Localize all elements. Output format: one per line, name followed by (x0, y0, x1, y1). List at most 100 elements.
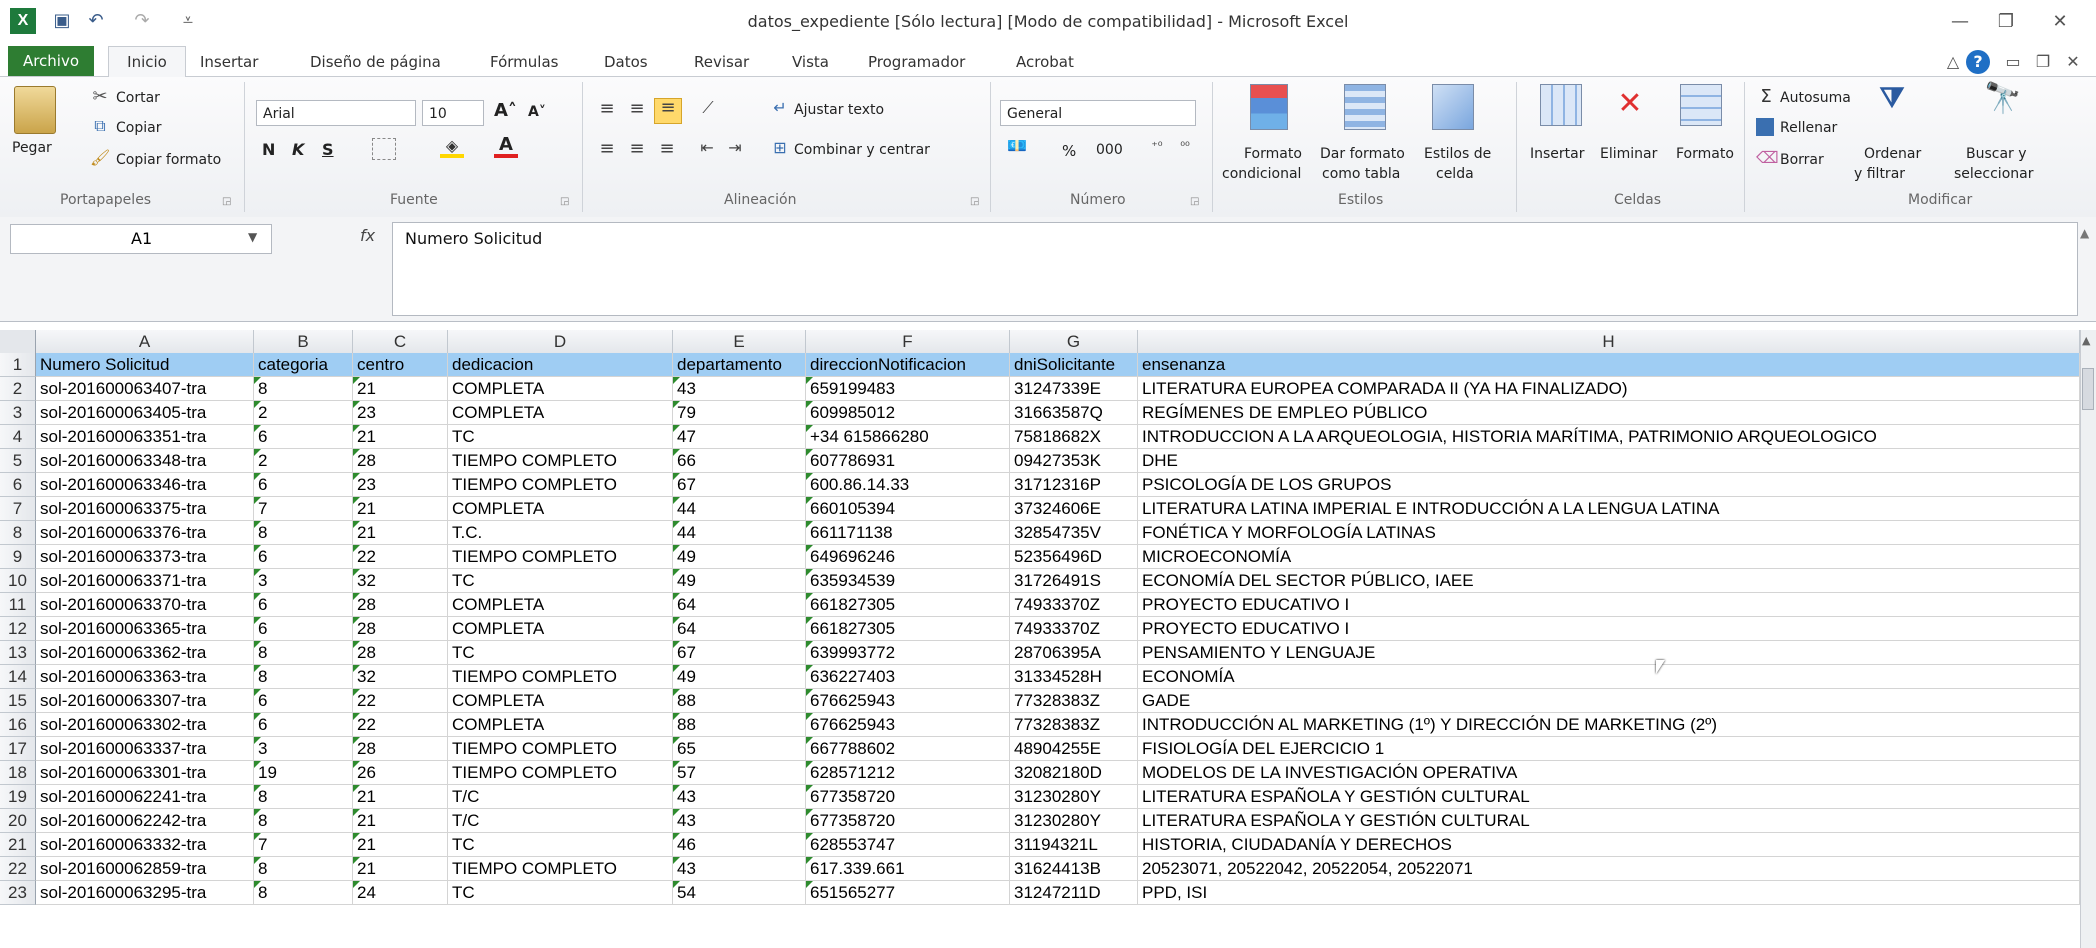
table-cell[interactable]: 54 (673, 881, 806, 905)
close-button[interactable]: ✕ (2040, 8, 2080, 36)
table-cell[interactable]: sol-201600062859-tra (36, 857, 254, 881)
header-cell[interactable]: departamento (673, 353, 806, 377)
table-cell[interactable]: 31194321L (1010, 833, 1138, 857)
row-header[interactable]: 19 (0, 785, 36, 809)
table-cell[interactable]: COMPLETA (448, 377, 673, 401)
table-cell[interactable]: 28 (353, 641, 448, 665)
table-cell[interactable]: 44 (673, 497, 806, 521)
vertical-scrollbar[interactable] (2080, 330, 2096, 948)
table-cell[interactable]: 6 (254, 689, 353, 713)
table-cell[interactable]: TC (448, 425, 673, 449)
tab-vista[interactable]: Vista (792, 50, 829, 74)
table-cell[interactable]: COMPLETA (448, 497, 673, 521)
table-cell[interactable]: FONÉTICA Y MORFOLOGÍA LATINAS (1138, 521, 2080, 545)
table-cell[interactable]: 37324606E (1010, 497, 1138, 521)
column-header-e[interactable]: E (673, 330, 806, 353)
table-cell[interactable]: sol-201600063375-tra (36, 497, 254, 521)
table-cell[interactable]: 6 (254, 425, 353, 449)
increase-indent-icon[interactable]: ⇥ (724, 140, 746, 156)
table-cell[interactable]: 23 (353, 473, 448, 497)
workbook-restore-icon[interactable]: ❐ (2030, 50, 2056, 74)
clipboard-launcher-icon[interactable]: ◲ (222, 196, 234, 208)
table-cell[interactable]: TC (448, 881, 673, 905)
table-cell[interactable]: PPD, ISI (1138, 881, 2080, 905)
tab-acrobat[interactable]: Acrobat (1016, 50, 1074, 74)
row-header[interactable]: 7 (0, 497, 36, 521)
name-box[interactable]: A1 (10, 224, 272, 254)
table-cell[interactable]: LITERATURA EUROPEA COMPARADA II (YA HA F… (1138, 377, 2080, 401)
table-cell[interactable]: sol-201600063302-tra (36, 713, 254, 737)
insert-cells-button[interactable]: Insertar (1530, 146, 1585, 162)
row-header[interactable]: 17 (0, 737, 36, 761)
table-cell[interactable]: 31712316P (1010, 473, 1138, 497)
merge-center-icon[interactable]: ⊞ (770, 140, 790, 156)
cut-button[interactable]: Cortar (116, 90, 160, 106)
delete-cells-button[interactable]: Eliminar (1600, 146, 1657, 162)
table-cell[interactable]: sol-201600063346-tra (36, 473, 254, 497)
table-cell[interactable]: 677358720 (806, 785, 1010, 809)
table-cell[interactable]: 26 (353, 761, 448, 785)
table-cell[interactable]: COMPLETA (448, 713, 673, 737)
table-cell[interactable]: 31247211D (1010, 881, 1138, 905)
format-painter-button[interactable]: Copiar formato (116, 152, 221, 168)
table-cell[interactable]: 28706395A (1010, 641, 1138, 665)
row-header[interactable]: 16 (0, 713, 36, 737)
table-cell[interactable]: COMPLETA (448, 401, 673, 425)
table-cell[interactable]: 661171138 (806, 521, 1010, 545)
table-cell[interactable]: 31247339E (1010, 377, 1138, 401)
table-cell[interactable]: 31624413B (1010, 857, 1138, 881)
table-cell[interactable]: 2 (254, 449, 353, 473)
row-header[interactable]: 8 (0, 521, 36, 545)
table-cell[interactable]: 609985012 (806, 401, 1010, 425)
cell-styles-label-2[interactable]: celda (1436, 166, 1474, 182)
table-cell[interactable]: sol-201600063405-tra (36, 401, 254, 425)
header-cell[interactable]: ensenanza (1138, 353, 2080, 377)
table-cell[interactable]: TIEMPO COMPLETO (448, 473, 673, 497)
table-cell[interactable]: 661827305 (806, 593, 1010, 617)
header-cell[interactable]: dniSolicitante (1010, 353, 1138, 377)
table-cell[interactable]: sol-201600063407-tra (36, 377, 254, 401)
table-cell[interactable]: 8 (254, 809, 353, 833)
table-cell[interactable]: INTRODUCCION A LA ARQUEOLOGIA, HISTORIA … (1138, 425, 2080, 449)
header-cell[interactable]: Numero Solicitud (36, 353, 254, 377)
table-cell[interactable]: 649696246 (806, 545, 1010, 569)
shrink-font-icon[interactable]: A˅ (528, 104, 546, 120)
table-cell[interactable]: 66 (673, 449, 806, 473)
table-cell[interactable]: 636227403 (806, 665, 1010, 689)
font-launcher-icon[interactable]: ◲ (560, 196, 572, 208)
align-left-icon[interactable]: ≡ (596, 140, 618, 158)
table-cell[interactable]: 676625943 (806, 713, 1010, 737)
merge-center-button[interactable]: Combinar y centrar (794, 142, 930, 158)
format-as-table-label-2[interactable]: como tabla (1322, 166, 1400, 182)
row-header[interactable]: 23 (0, 881, 36, 905)
table-cell[interactable]: 7 (254, 497, 353, 521)
orientation-icon[interactable]: ⟋ (696, 100, 720, 116)
table-cell[interactable]: 64 (673, 617, 806, 641)
table-cell[interactable]: sol-201600063362-tra (36, 641, 254, 665)
table-cell[interactable]: 6 (254, 473, 353, 497)
row-header[interactable]: 20 (0, 809, 36, 833)
table-cell[interactable]: MODELOS DE LA INVESTIGACIÓN OPERATIVA (1138, 761, 2080, 785)
table-cell[interactable]: 46 (673, 833, 806, 857)
table-cell[interactable]: 2 (254, 401, 353, 425)
table-cell[interactable]: sol-201600063332-tra (36, 833, 254, 857)
table-cell[interactable]: 659199483 (806, 377, 1010, 401)
table-cell[interactable]: LITERATURA ESPAÑOLA Y GESTIÓN CULTURAL (1138, 785, 2080, 809)
table-cell[interactable]: HISTORIA, CIUDADANÍA Y DERECHOS (1138, 833, 2080, 857)
tab-diseno-pagina[interactable]: Diseño de página (310, 50, 441, 74)
increase-decimal-icon[interactable]: ⁺⁰ (1146, 140, 1168, 152)
table-cell[interactable]: 75818682X (1010, 425, 1138, 449)
table-cell[interactable]: 48904255E (1010, 737, 1138, 761)
table-cell[interactable]: 52356496D (1010, 545, 1138, 569)
table-cell[interactable]: 651565277 (806, 881, 1010, 905)
bold-button[interactable]: N (262, 140, 275, 159)
table-cell[interactable]: 21 (353, 809, 448, 833)
column-header-c[interactable]: C (353, 330, 448, 353)
table-cell[interactable]: sol-201600063307-tra (36, 689, 254, 713)
table-cell[interactable]: 88 (673, 689, 806, 713)
table-cell[interactable]: 21 (353, 833, 448, 857)
insert-function-button[interactable]: fx (360, 226, 375, 245)
table-cell[interactable]: 20523071, 20522042, 20522054, 20522071 (1138, 857, 2080, 881)
conditional-format-icon[interactable] (1250, 84, 1288, 130)
tab-insertar[interactable]: Insertar (200, 50, 258, 74)
